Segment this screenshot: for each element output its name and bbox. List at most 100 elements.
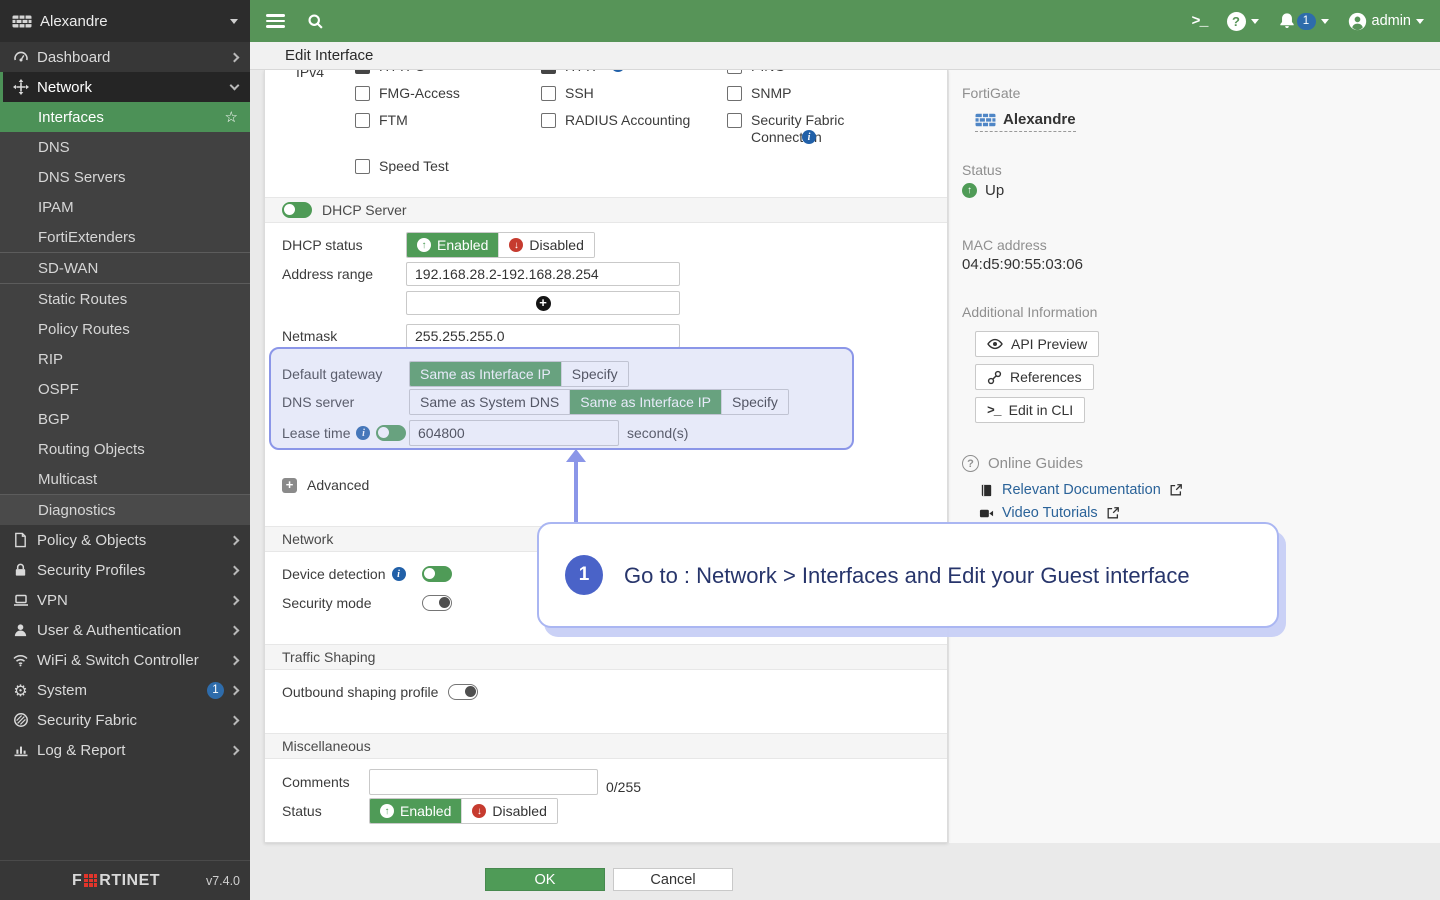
sidebar-item-system[interactable]: ⚙ System 1 <box>0 675 250 705</box>
mac-address-label: MAC address <box>962 237 1440 253</box>
sidebar-item-security-profiles[interactable]: Security Profiles <box>0 555 250 585</box>
segment-label: Specify <box>572 366 618 382</box>
segment-disabled[interactable]: ↓Disabled <box>462 799 556 823</box>
sidebar-subitem-dns-servers[interactable]: DNS Servers <box>0 162 250 192</box>
sidebar-subitem-bgp[interactable]: BGP <box>0 404 250 434</box>
checkbox-box[interactable] <box>727 113 742 128</box>
fortigate-device-link[interactable]: Alexandre <box>975 111 1076 132</box>
checkbox-radius-accounting[interactable]: RADIUS Accounting <box>541 112 727 149</box>
sidebar-item-wifi-switch[interactable]: WiFi & Switch Controller <box>0 645 250 675</box>
checkbox-ssh[interactable]: SSH <box>541 85 727 103</box>
sidebar-item-security-fabric[interactable]: Security Fabric <box>0 705 250 735</box>
checkbox-box[interactable] <box>355 113 370 128</box>
advanced-expander[interactable]: + Advanced <box>282 473 947 497</box>
segment-same-as-interface-ip[interactable]: Same as Interface IP <box>410 362 562 386</box>
checkbox-box[interactable] <box>355 86 370 101</box>
sidebar-item-label: System <box>37 682 207 699</box>
sidebar-subitem-static-routes[interactable]: Static Routes <box>0 284 250 314</box>
segment-same-as-interface-ip[interactable]: Same as Interface IP <box>570 390 722 414</box>
sidebar-subitem-diagnostics[interactable]: Diagnostics <box>0 495 250 525</box>
checkbox-box[interactable] <box>727 86 742 101</box>
sidebar-subitem-ospf[interactable]: OSPF <box>0 374 250 404</box>
segment-disabled[interactable]: ↓Disabled <box>499 233 593 257</box>
checkbox-box[interactable] <box>541 113 556 128</box>
dns-server-row: DNS server Same as System DNS Same as In… <box>282 390 947 414</box>
help-menu[interactable]: ? <box>1227 12 1259 31</box>
sidebar-item-policy-objects[interactable]: Policy & Objects <box>0 525 250 555</box>
fortinet-grid-icon <box>84 874 97 887</box>
sidebar-item-log-report[interactable]: Log & Report <box>0 735 250 765</box>
netmask-input[interactable] <box>406 324 680 348</box>
search-icon[interactable] <box>307 13 324 30</box>
fabric-icon <box>12 712 29 729</box>
device-selector[interactable]: Alexandre <box>0 0 250 42</box>
checkbox-security-fabric-connection[interactable]: Security Fabric Connectioni <box>727 112 887 149</box>
checkbox-snmp[interactable]: SNMP <box>727 85 887 103</box>
checkbox-box[interactable] <box>541 70 556 74</box>
segment-specify[interactable]: Specify <box>562 362 628 386</box>
outbound-shaping-toggle[interactable] <box>448 684 478 700</box>
sidebar-subitem-rip[interactable]: RIP <box>0 344 250 374</box>
edit-in-cli-button[interactable]: >_ Edit in CLI <box>975 397 1085 423</box>
cli-console-icon[interactable]: >_ <box>1191 13 1207 30</box>
segment-enabled[interactable]: ↑Enabled <box>407 233 499 257</box>
dhcp-server-toggle[interactable] <box>282 202 312 218</box>
ok-button[interactable]: OK <box>485 868 605 891</box>
sidebar-subitem-policy-routes[interactable]: Policy Routes <box>0 314 250 344</box>
checkbox-box[interactable] <box>727 70 742 74</box>
sidebar-subitem-dns[interactable]: DNS <box>0 132 250 162</box>
video-tutorials-link[interactable]: Video Tutorials <box>979 505 1440 521</box>
lease-time-toggle[interactable] <box>376 425 406 441</box>
checkbox-https[interactable]: HTTPS <box>355 70 541 76</box>
lease-time-label: Lease time <box>282 425 350 441</box>
sidebar-item-network[interactable]: Network <box>0 72 250 102</box>
checkbox-box[interactable] <box>355 159 370 174</box>
network-submenu: Interfaces ☆ DNS DNS Servers IPAM FortiE… <box>0 102 250 525</box>
user-circle-icon <box>1348 12 1367 31</box>
add-address-range-button[interactable]: + <box>406 291 680 315</box>
star-icon[interactable]: ☆ <box>225 108 238 126</box>
checkbox-ftm[interactable]: FTM <box>355 112 541 149</box>
segment-specify[interactable]: Specify <box>722 390 788 414</box>
online-guides-label: Online Guides <box>988 455 1083 472</box>
hamburger-icon[interactable] <box>266 11 285 31</box>
section-title: Traffic Shaping <box>282 649 375 665</box>
segment-same-as-system-dns[interactable]: Same as System DNS <box>410 390 570 414</box>
status-control: ↑Enabled ↓Disabled <box>369 798 558 824</box>
sidebar-item-vpn[interactable]: VPN <box>0 585 250 615</box>
field-label: Status <box>282 803 369 819</box>
cancel-button[interactable]: Cancel <box>613 868 733 891</box>
admin-menu[interactable]: admin <box>1348 12 1425 31</box>
checkbox-speed-test[interactable]: Speed Test <box>355 158 541 176</box>
sidebar-subitem-routing-objects[interactable]: Routing Objects <box>0 434 250 464</box>
sidebar-subitem-label: Multicast <box>38 471 97 488</box>
segment-label: Disabled <box>529 237 583 253</box>
sidebar-item-dashboard[interactable]: Dashboard <box>0 42 250 72</box>
checkbox-box[interactable] <box>355 70 370 74</box>
address-range-input[interactable] <box>406 262 680 286</box>
references-button[interactable]: References <box>975 364 1094 390</box>
checkbox-ping[interactable]: PING <box>727 70 887 76</box>
relevant-documentation-link[interactable]: Relevant Documentation <box>979 482 1440 498</box>
lease-time-input[interactable] <box>409 420 619 446</box>
sidebar-subitem-fortiextenders[interactable]: FortiExtenders <box>0 222 250 252</box>
checkbox-http[interactable]: HTTPi <box>541 70 727 76</box>
field-label: DHCP status <box>282 237 406 253</box>
notifications-menu[interactable]: 1 <box>1278 12 1329 30</box>
sidebar-subitem-label: Interfaces <box>38 109 104 126</box>
api-preview-button[interactable]: API Preview <box>975 331 1099 357</box>
sidebar-subitem-ipam[interactable]: IPAM <box>0 192 250 222</box>
right-info-panel: FortiGate Alexandre Status ↑ Up MAC addr… <box>949 70 1440 843</box>
sidebar-subitem-interfaces[interactable]: Interfaces ☆ <box>0 102 250 132</box>
device-detection-toggle[interactable] <box>422 566 452 582</box>
circle-up-icon: ↑ <box>962 183 977 198</box>
sidebar-item-user-authentication[interactable]: User & Authentication <box>0 615 250 645</box>
segment-enabled[interactable]: ↑Enabled <box>370 799 462 823</box>
comments-input[interactable] <box>369 769 598 795</box>
checkbox-fmg-access[interactable]: FMG-Access <box>355 85 541 103</box>
security-mode-toggle[interactable] <box>422 595 452 611</box>
sidebar-subitem-sd-wan[interactable]: SD-WAN <box>0 253 250 283</box>
sidebar-subitem-multicast[interactable]: Multicast <box>0 464 250 494</box>
checkbox-box[interactable] <box>541 86 556 101</box>
sidebar-item-label: Network <box>37 79 231 96</box>
